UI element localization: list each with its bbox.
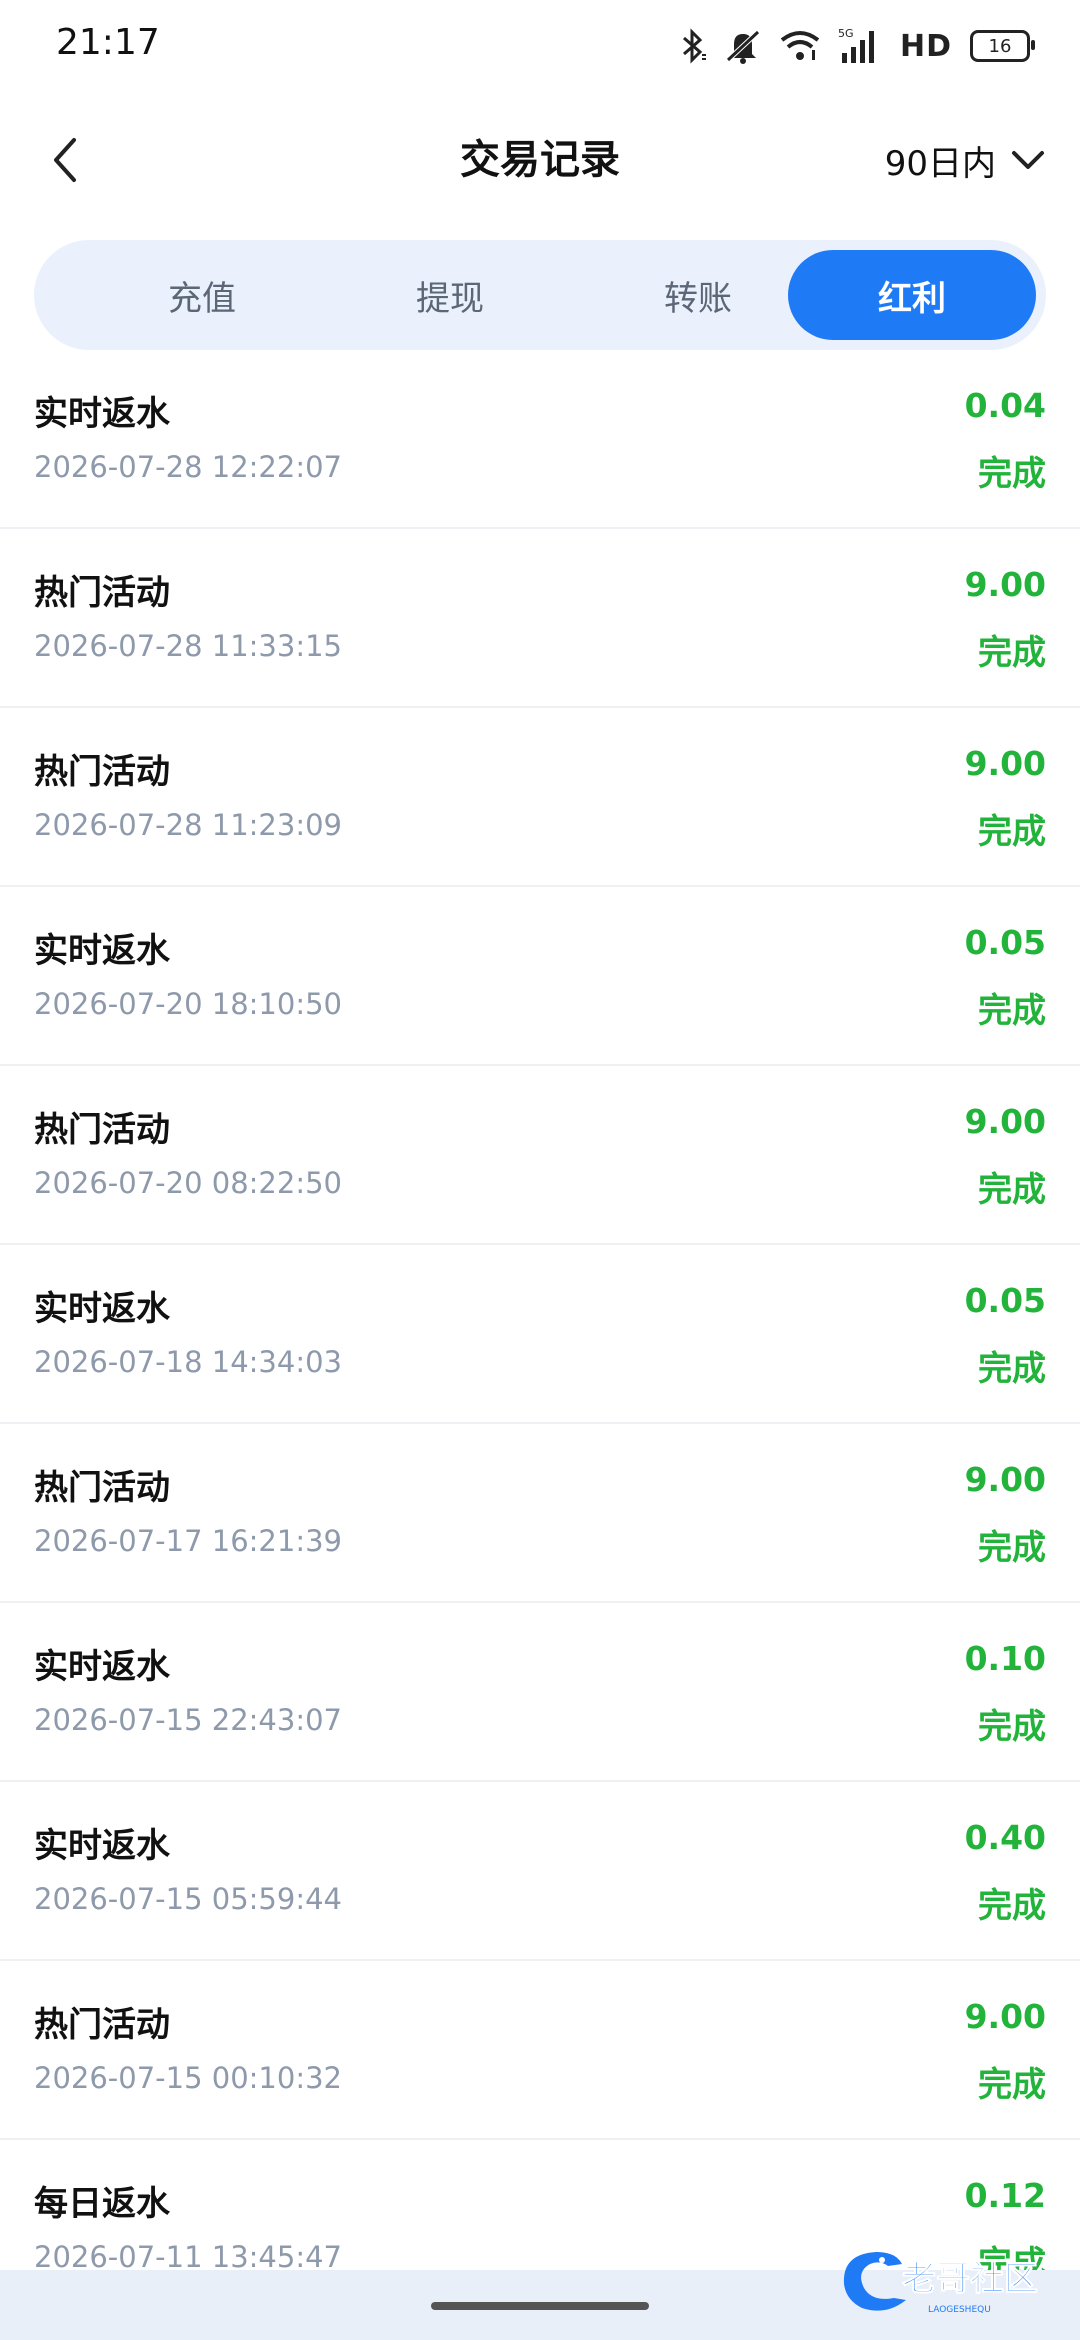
record-status: 完成: [978, 633, 1046, 673]
record-amount: 0.04: [964, 386, 1046, 425]
record-amount: 0.05: [964, 1281, 1046, 1320]
list-item[interactable]: 实时返水 2026-07-15 05:59:44 0.40 完成: [0, 1782, 1080, 1961]
watermark-subtext: LAOGESHEQU: [928, 2305, 991, 2315]
bluetooth-icon: [680, 28, 706, 64]
mute-icon: [724, 28, 762, 64]
list-item[interactable]: 热门活动 2026-07-28 11:33:15 9.00 完成: [0, 529, 1080, 708]
record-status: 完成: [978, 1349, 1046, 1389]
status-icons: 5G HD 16: [680, 24, 1035, 68]
tab-transfer[interactable]: 转账: [574, 250, 822, 340]
record-title: 热门活动: [34, 573, 170, 613]
record-title: 实时返水: [34, 1826, 170, 1866]
record-title: 热门活动: [34, 2005, 170, 2045]
watermark-logo: 老哥社区 LAOGESHEQU: [836, 2240, 1066, 2320]
record-amount: 0.05: [964, 923, 1046, 962]
tab-bar: 充值 提现 转账 红利: [34, 240, 1046, 350]
record-title: 实时返水: [34, 1647, 170, 1687]
record-date: 2026-07-15 00:10:32: [34, 2061, 342, 2095]
tab-withdraw[interactable]: 提现: [326, 250, 574, 340]
record-title: 每日返水: [34, 2184, 170, 2224]
chevron-down-icon: [1012, 151, 1044, 169]
record-status: 完成: [978, 454, 1046, 494]
record-amount: 9.00: [964, 744, 1046, 783]
status-time: 21:17: [56, 22, 160, 63]
header: 交易记录 90日内: [0, 112, 1080, 208]
record-date: 2026-07-28 11:23:09: [34, 808, 342, 842]
record-date: 2026-07-20 18:10:50: [34, 987, 342, 1021]
record-title: 实时返水: [34, 1289, 170, 1329]
record-amount: 0.12: [964, 2176, 1046, 2215]
record-date: 2026-07-15 05:59:44: [34, 1882, 342, 1916]
list-item[interactable]: 热门活动 2026-07-20 08:22:50 9.00 完成: [0, 1066, 1080, 1245]
svg-text:5G: 5G: [838, 27, 854, 40]
list-item[interactable]: 热门活动 2026-07-15 00:10:32 9.00 完成: [0, 1961, 1080, 2140]
record-date: 2026-07-28 12:22:07: [34, 450, 342, 484]
list-item[interactable]: 热门活动 2026-07-28 11:23:09 9.00 完成: [0, 708, 1080, 887]
record-title: 实时返水: [34, 931, 170, 971]
record-amount: 9.00: [964, 1460, 1046, 1499]
list-item[interactable]: 热门活动 2026-07-17 16:21:39 9.00 完成: [0, 1424, 1080, 1603]
status-bar: 21:17 5G HD 16: [0, 0, 1080, 92]
list-item[interactable]: 实时返水 2026-07-20 18:10:50 0.05 完成: [0, 887, 1080, 1066]
record-date: 2026-07-20 08:22:50: [34, 1166, 342, 1200]
watermark-text: 老哥社区: [902, 2259, 1038, 2299]
list-item[interactable]: 实时返水 2026-07-15 22:43:07 0.10 完成: [0, 1603, 1080, 1782]
record-amount: 0.10: [964, 1639, 1046, 1678]
battery-icon: 16: [970, 30, 1035, 62]
record-status: 完成: [978, 2065, 1046, 2105]
record-amount: 9.00: [964, 565, 1046, 604]
period-label: 90日内: [884, 143, 996, 184]
transaction-list: 实时返水 2026-07-28 12:22:07 0.04 完成 热门活动 20…: [0, 350, 1080, 2317]
dragon-logo-icon: 老哥社区 LAOGESHEQU: [843, 2252, 1039, 2315]
record-amount: 9.00: [964, 1997, 1046, 2036]
network-type: HD: [899, 28, 952, 64]
record-status: 完成: [978, 1528, 1046, 1568]
signal-5g-icon: 5G: [838, 27, 882, 65]
home-indicator[interactable]: [431, 2302, 649, 2310]
wifi-icon: [780, 30, 820, 62]
record-status: 完成: [978, 1886, 1046, 1926]
list-item[interactable]: 实时返水 2026-07-28 12:22:07 0.04 完成: [0, 350, 1080, 529]
record-status: 完成: [978, 991, 1046, 1031]
record-title: 热门活动: [34, 752, 170, 792]
tab-bonus[interactable]: 红利: [788, 250, 1036, 340]
tab-recharge[interactable]: 充值: [78, 250, 326, 340]
record-status: 完成: [978, 812, 1046, 852]
record-date: 2026-07-18 14:34:03: [34, 1345, 342, 1379]
record-date: 2026-07-17 16:21:39: [34, 1524, 342, 1558]
record-amount: 0.40: [964, 1818, 1046, 1857]
list-item[interactable]: 实时返水 2026-07-18 14:34:03 0.05 完成: [0, 1245, 1080, 1424]
record-status: 完成: [978, 1707, 1046, 1747]
record-date: 2026-07-11 13:45:47: [34, 2240, 342, 2274]
record-amount: 9.00: [964, 1102, 1046, 1141]
record-title: 热门活动: [34, 1110, 170, 1150]
record-date: 2026-07-28 11:33:15: [34, 629, 342, 663]
record-title: 热门活动: [34, 1468, 170, 1508]
period-dropdown[interactable]: 90日内: [885, 132, 1046, 188]
record-status: 完成: [978, 1170, 1046, 1210]
record-title: 实时返水: [34, 394, 170, 434]
record-date: 2026-07-15 22:43:07: [34, 1703, 342, 1737]
